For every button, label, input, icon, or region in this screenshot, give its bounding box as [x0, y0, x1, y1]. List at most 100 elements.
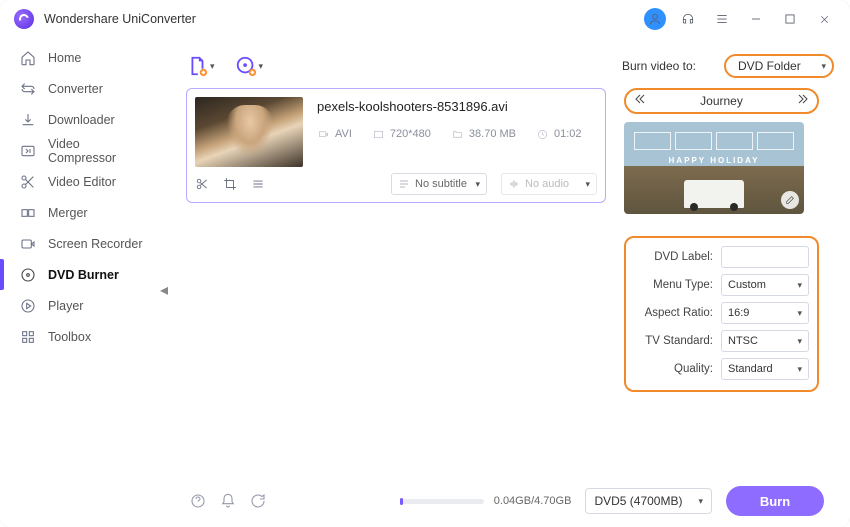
template-caption: HAPPY HOLIDAY: [624, 156, 804, 165]
titlebar: Wondershare UniConverter: [0, 0, 850, 38]
burn-to-dropdown[interactable]: DVD Folder ▾: [724, 54, 834, 78]
sidebar-item-label: Toolbox: [48, 330, 91, 344]
sidebar: Home Converter Downloader Video Compress…: [0, 38, 168, 527]
window-close[interactable]: [812, 7, 836, 31]
download-icon: [20, 112, 36, 128]
sidebar-item-merger[interactable]: Merger: [0, 197, 168, 228]
sidebar-collapse-icon[interactable]: ◂: [159, 282, 169, 298]
subtitle-icon: [398, 178, 410, 190]
tv-standard-dropdown[interactable]: NTSC▾: [721, 330, 809, 352]
converter-icon: [20, 81, 36, 97]
app-title: Wondershare UniConverter: [44, 12, 196, 26]
chevron-down-icon: ▾: [797, 364, 802, 375]
template-preview[interactable]: HAPPY HOLIDAY: [624, 122, 804, 214]
chevron-down-icon: ▾: [797, 336, 802, 347]
burn-settings-panel: DVD Label: Menu Type: Custom▾ Aspect Rat…: [624, 236, 819, 392]
disc-type-dropdown[interactable]: DVD5 (4700MB) ▾: [585, 488, 712, 514]
bell-icon[interactable]: [220, 493, 236, 509]
compress-icon: [20, 143, 36, 159]
resolution-icon: [372, 129, 385, 140]
sidebar-item-downloader[interactable]: Downloader: [0, 104, 168, 135]
home-icon: [20, 50, 36, 66]
chevron-down-icon: ▾: [475, 179, 480, 190]
sidebar-item-label: DVD Burner: [48, 268, 119, 282]
add-file-button[interactable]: ▾: [186, 55, 215, 77]
aspect-ratio-dropdown[interactable]: 16:9▾: [721, 302, 809, 324]
tv-standard-label: TV Standard:: [634, 335, 713, 347]
video-thumbnail[interactable]: [195, 97, 303, 167]
next-template-icon[interactable]: [797, 92, 809, 110]
merge-icon: [20, 205, 36, 221]
chevron-down-icon: ▾: [797, 308, 802, 319]
sidebar-item-recorder[interactable]: Screen Recorder: [0, 228, 168, 259]
record-icon: [20, 236, 36, 252]
crop-icon[interactable]: [223, 177, 237, 191]
aspect-ratio-label: Aspect Ratio:: [634, 307, 713, 319]
user-avatar-icon[interactable]: [644, 8, 666, 30]
sidebar-item-player[interactable]: Player: [0, 290, 168, 321]
menu-type-dropdown[interactable]: Custom▾: [721, 274, 809, 296]
quality-dropdown[interactable]: Standard▾: [721, 358, 809, 380]
menu-icon[interactable]: [710, 7, 734, 31]
quality-label: Quality:: [634, 363, 713, 375]
sidebar-item-label: Video Compressor: [48, 137, 148, 165]
subtitle-dropdown[interactable]: No subtitle ▾: [391, 173, 487, 195]
sidebar-item-label: Video Editor: [48, 175, 116, 189]
sidebar-item-label: Merger: [48, 206, 88, 220]
folder-icon: [451, 129, 464, 140]
file-card[interactable]: pexels-koolshooters-8531896.avi AVI 720*…: [186, 88, 606, 203]
template-navigator: Journey: [624, 88, 819, 114]
toolbar: ▾ ▾ Burn video to: DVD Folder ▾: [186, 44, 834, 88]
more-icon[interactable]: [251, 177, 265, 191]
menu-type-label: Menu Type:: [634, 279, 713, 291]
chevron-down-icon: ▾: [821, 61, 826, 72]
app-logo-icon: [14, 9, 34, 29]
dvd-label-label: DVD Label:: [634, 251, 713, 263]
add-disc-button[interactable]: ▾: [235, 55, 264, 77]
chevron-down-icon: ▾: [585, 179, 590, 190]
sidebar-item-home[interactable]: Home: [0, 42, 168, 73]
template-name: Journey: [700, 94, 743, 108]
support-icon[interactable]: [676, 7, 700, 31]
prev-template-icon[interactable]: [634, 92, 646, 110]
load-disc-icon: [235, 55, 257, 77]
sidebar-item-toolbox[interactable]: Toolbox: [0, 321, 168, 352]
chevron-down-icon: ▾: [259, 61, 264, 72]
sidebar-item-label: Screen Recorder: [48, 237, 143, 251]
format-icon: [317, 129, 330, 140]
feedback-icon[interactable]: [250, 493, 266, 509]
trim-icon[interactable]: [195, 177, 209, 191]
sidebar-item-label: Home: [48, 51, 81, 65]
chevron-down-icon: ▾: [210, 61, 215, 72]
sidebar-item-dvd-burner[interactable]: DVD Burner: [0, 259, 168, 290]
burn-button[interactable]: Burn: [726, 486, 824, 516]
burn-to-label: Burn video to:: [622, 59, 696, 73]
dvd-label-input[interactable]: [721, 246, 809, 268]
sidebar-item-editor[interactable]: Video Editor: [0, 166, 168, 197]
clock-icon: [536, 129, 549, 140]
chevron-down-icon: ▾: [698, 496, 703, 507]
sidebar-item-label: Player: [48, 299, 83, 313]
file-meta: AVI 720*480 38.70 MB 01:02: [317, 128, 597, 140]
add-file-icon: [186, 55, 208, 77]
scissors-icon: [20, 174, 36, 190]
chevron-down-icon: ▾: [797, 280, 802, 291]
sidebar-item-converter[interactable]: Converter: [0, 73, 168, 104]
size-progress-bar: [400, 499, 484, 504]
size-progress-text: 0.04GB/4.70GB: [494, 495, 572, 507]
footer: 0.04GB/4.70GB DVD5 (4700MB) ▾ Burn: [186, 475, 834, 527]
sidebar-item-label: Converter: [48, 82, 103, 96]
play-icon: [20, 298, 36, 314]
grid-icon: [20, 329, 36, 345]
help-icon[interactable]: [190, 493, 206, 509]
disc-icon: [20, 267, 36, 283]
burn-to-value: DVD Folder: [738, 59, 801, 73]
file-name: pexels-koolshooters-8531896.avi: [317, 99, 597, 114]
edit-template-icon[interactable]: [781, 191, 799, 209]
window-maximize[interactable]: [778, 7, 802, 31]
window-minimize[interactable]: [744, 7, 768, 31]
sidebar-item-compressor[interactable]: Video Compressor: [0, 135, 168, 166]
audio-dropdown[interactable]: No audio ▾: [501, 173, 597, 195]
sidebar-item-label: Downloader: [48, 113, 115, 127]
audio-wave-icon: [508, 178, 520, 190]
